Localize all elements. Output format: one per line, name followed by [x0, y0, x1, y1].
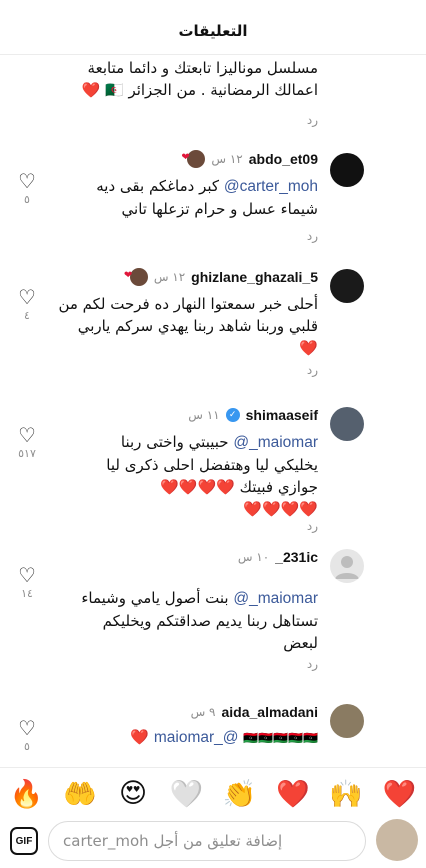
heart-icon: ❤ [123, 270, 133, 281]
timestamp: ١٢ س [153, 270, 186, 284]
quick-reaction-bar: 🔥 🤲 😍 🤍 👏 ❤️ 🙌 ❤️ [0, 767, 426, 819]
default-avatar-icon [335, 556, 359, 579]
mention-link[interactable]: maiomar_@ [233, 590, 318, 607]
comment-header: shimaaseif ✓ ١١ س [188, 405, 318, 425]
avatar[interactable] [330, 549, 364, 583]
comment-composer: GIF إضافة تعليق من أجل carter_moh [0, 813, 426, 868]
comment-header: ghizlane_ghazali_5 ١٢ س ❤ [124, 267, 318, 287]
comment-text: maiomar_@ بنت أصول يامي وشيماء تستاهل رب… [81, 589, 318, 652]
reply-button[interactable]: رد [307, 657, 318, 671]
gif-button[interactable]: GIF [10, 827, 38, 855]
like-count: ٥ [24, 193, 30, 206]
like-control[interactable]: ♡ ٤ [16, 287, 38, 322]
red-heart-emoji-button[interactable]: ❤️ [275, 778, 311, 810]
comment-item: abdo_et09 ١٢ س ❤ carter_moh@ كبر دماغكم … [0, 145, 426, 255]
username[interactable]: _231ic [275, 549, 318, 565]
mention-link[interactable]: maiomar_@ [233, 434, 318, 451]
fire-emoji-button[interactable]: 🔥 [9, 778, 45, 810]
comment-text: أحلى خبر سمعتوا النهار ده فرحت لكم من قل… [58, 295, 318, 357]
like-count: ٤ [24, 309, 30, 322]
like-count: ٥ [24, 740, 30, 753]
reply-button[interactable]: رد [307, 229, 318, 243]
comment-header: aida_almadani ٩ س [191, 702, 318, 722]
clap-emoji-button[interactable]: 👏 [222, 778, 258, 810]
comment-item: مسلسل موناليزا تابعتك و دائما متابعة اعم… [0, 55, 426, 135]
like-control[interactable]: ♡ ٥ [16, 171, 38, 206]
comment-text: maiomar_@ حبيبتي واختى ربنا يخليكي ليا و… [106, 433, 318, 518]
heart-outline-icon[interactable]: ♡ [16, 565, 38, 585]
verified-badge-icon: ✓ [225, 408, 240, 422]
heart-outline-icon[interactable]: ♡ [16, 425, 38, 445]
like-control[interactable]: ♡ ٥ [16, 718, 38, 753]
mention-link[interactable]: carter_moh@ [224, 178, 318, 195]
like-count: ٥١٧ [18, 447, 36, 460]
page-title: التعليقات [178, 22, 248, 40]
like-count: ١٤ [21, 587, 33, 600]
reply-button[interactable]: رد [307, 363, 318, 377]
current-user-avatar [376, 819, 418, 861]
comment-item: shimaaseif ✓ ١١ س maiomar_@ حبيبتي واختى… [0, 403, 426, 533]
avatar[interactable] [330, 153, 364, 187]
reply-button[interactable]: رد [307, 113, 318, 127]
heart-eyes-emoji-button[interactable]: 😍 [115, 778, 151, 809]
comment-item: ghizlane_ghazali_5 ١٢ س ❤ أحلى خبر سمعتو… [0, 265, 426, 390]
praise-emoji-button[interactable]: 🙌 [328, 778, 364, 810]
timestamp: ١١ س [188, 408, 220, 422]
comment-text: carter_moh@ كبر دماغكم بقى ديه شيماء عسل… [96, 177, 318, 218]
liked-by-author-avatar: ❤ [181, 150, 206, 168]
timestamp: ١٠ س [237, 550, 270, 564]
username[interactable]: abdo_et09 [249, 151, 318, 167]
heart-outline-icon[interactable]: ♡ [16, 718, 38, 738]
comment-text: maiomar_@ 🇱🇾🇱🇾🇱🇾🇱🇾🇱🇾 ❤️ [130, 728, 318, 746]
raised-hands-emoji-button[interactable]: 🤲 [62, 778, 98, 810]
timestamp: ٩ س [190, 705, 216, 719]
avatar[interactable] [330, 704, 364, 738]
avatar[interactable] [330, 269, 364, 303]
liked-by-author-avatar: ❤ [124, 268, 148, 286]
comment-header: abdo_et09 ١٢ س ❤ [181, 149, 318, 169]
reply-button[interactable]: رد [307, 519, 318, 533]
avatar[interactable] [330, 407, 364, 441]
comment-item: aida_almadani ٩ س maiomar_@ 🇱🇾🇱🇾🇱🇾🇱🇾🇱🇾 ❤… [0, 700, 426, 766]
comment-item: _231ic ١٠ س maiomar_@ بنت أصول يامي وشيم… [0, 545, 426, 675]
comments-header: التعليقات [0, 0, 426, 55]
comment-text: مسلسل موناليزا تابعتك و دائما متابعة اعم… [81, 59, 318, 99]
heart-icon: ❤ [181, 152, 190, 163]
username[interactable]: shimaaseif [246, 407, 318, 423]
white-heart-emoji-button[interactable]: 🤍 [168, 778, 204, 810]
heart-outline-icon[interactable]: ♡ [16, 287, 38, 307]
comment-header: _231ic ١٠ س [238, 547, 318, 567]
mention-link[interactable]: maiomar_@ [154, 729, 239, 746]
heart-outline-icon[interactable]: ♡ [16, 171, 38, 191]
timestamp: ١٢ س [211, 152, 243, 166]
comment-input[interactable]: إضافة تعليق من أجل carter_moh [48, 821, 366, 861]
red-heart-emoji-button[interactable]: ❤️ [381, 778, 417, 810]
like-control[interactable]: ♡ ٥١٧ [16, 425, 38, 460]
username[interactable]: aida_almadani [222, 704, 319, 720]
username[interactable]: ghizlane_ghazali_5 [191, 269, 318, 285]
like-control[interactable]: ♡ ١٤ [16, 565, 38, 600]
